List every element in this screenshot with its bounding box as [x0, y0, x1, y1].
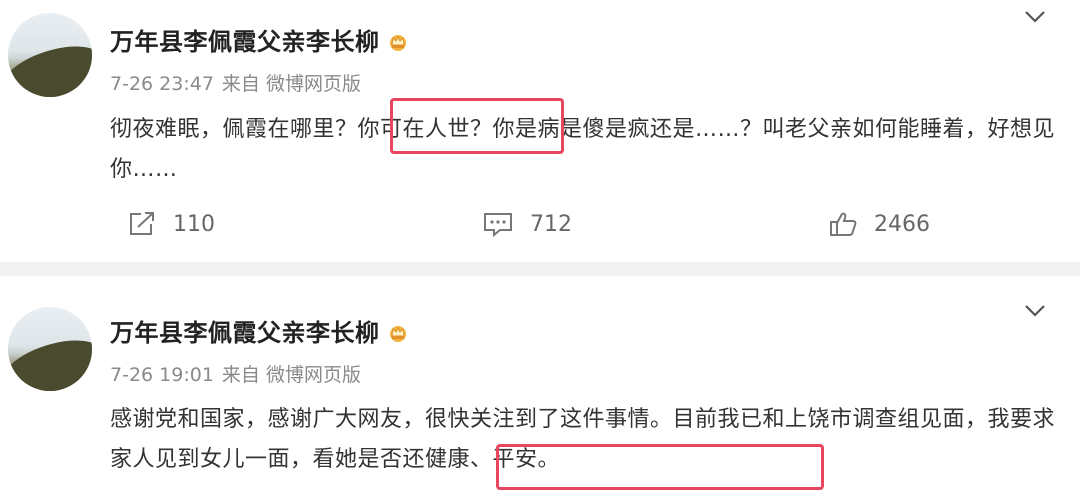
- avatar[interactable]: [8, 13, 92, 97]
- share-count: 110: [173, 211, 215, 237]
- post-time[interactable]: 7-26 19:01: [110, 364, 214, 386]
- post-content: 彻夜难眠，佩霞在哪里？你可在人世？你是病是傻是疯还是……？叫老父亲如何能睡着，好…: [110, 117, 1056, 182]
- weibo-post-1: 万年县李佩霞父亲李长柳 7-26 23:47 来自 微博网页版 彻夜难眠，佩霞在哪里…: [0, 0, 1080, 262]
- chevron-down-icon[interactable]: [1024, 10, 1046, 24]
- share-button[interactable]: 110: [127, 210, 215, 238]
- post-time[interactable]: 7-26 23:47: [110, 73, 214, 95]
- source-prefix: 来自: [221, 73, 260, 95]
- share-icon: [130, 212, 154, 235]
- action-bar: 110 712 2466: [0, 204, 1080, 248]
- comment-icon: [484, 213, 512, 238]
- post-source: 微博网页版: [265, 73, 361, 95]
- thumbs-up-icon: [830, 212, 857, 236]
- highlight-box: [496, 444, 824, 490]
- author-name[interactable]: 万年县李佩霞父亲李长柳: [110, 313, 410, 348]
- post-meta: 7-26 23:47 来自 微博网页版: [110, 69, 361, 96]
- comment-button[interactable]: 712: [482, 210, 572, 238]
- comment-count: 712: [530, 211, 572, 237]
- post-meta: 7-26 19:01 来自 微博网页版: [110, 360, 361, 387]
- source-prefix: 来自: [221, 364, 260, 386]
- like-count: 2466: [874, 211, 930, 237]
- highlight-box: [390, 98, 564, 154]
- crown-icon: [389, 35, 406, 51]
- crown-icon: [389, 326, 406, 342]
- avatar[interactable]: [8, 307, 92, 391]
- weibo-post-2: 万年县李佩霞父亲李长柳 7-26 19:01 来自 微博网页版 感谢党和国家，感谢广…: [0, 276, 1080, 504]
- chevron-down-icon[interactable]: [1024, 304, 1046, 318]
- post-source: 微博网页版: [265, 364, 361, 386]
- post-divider: [0, 262, 1080, 276]
- like-button[interactable]: 2466: [828, 210, 930, 238]
- author-name[interactable]: 万年县李佩霞父亲李长柳: [110, 22, 410, 57]
